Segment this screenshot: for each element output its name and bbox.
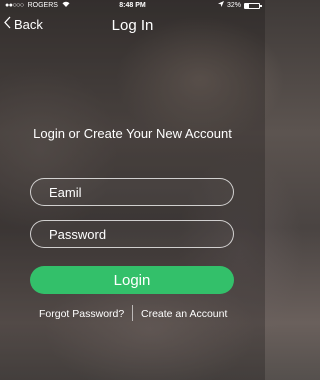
battery-icon <box>244 3 262 9</box>
status-bar: ●●○○○ ROGERS 8:48 PM 32% <box>0 0 265 12</box>
battery-percentage: 32% <box>226 2 241 9</box>
page-title: Log In <box>111 17 154 34</box>
email-field-container <box>30 178 234 206</box>
form-heading: Login or Create Your New Account <box>33 126 232 141</box>
battery-fill <box>245 4 250 8</box>
create-account-link[interactable]: Create an Account <box>141 308 227 320</box>
status-right: 32% <box>217 0 262 12</box>
link-divider <box>132 305 133 321</box>
location-arrow-icon <box>217 0 224 12</box>
email-field[interactable] <box>31 179 233 205</box>
password-field-container <box>30 220 234 248</box>
login-button[interactable]: Login <box>30 266 234 294</box>
forgot-password-link[interactable]: Forgot Password? <box>39 308 124 320</box>
login-button-label: Login <box>113 271 151 289</box>
account-links: Forgot Password? Create an Account <box>0 304 265 322</box>
password-field[interactable] <box>31 221 233 247</box>
navigation-bar: Back Log In <box>0 12 265 40</box>
